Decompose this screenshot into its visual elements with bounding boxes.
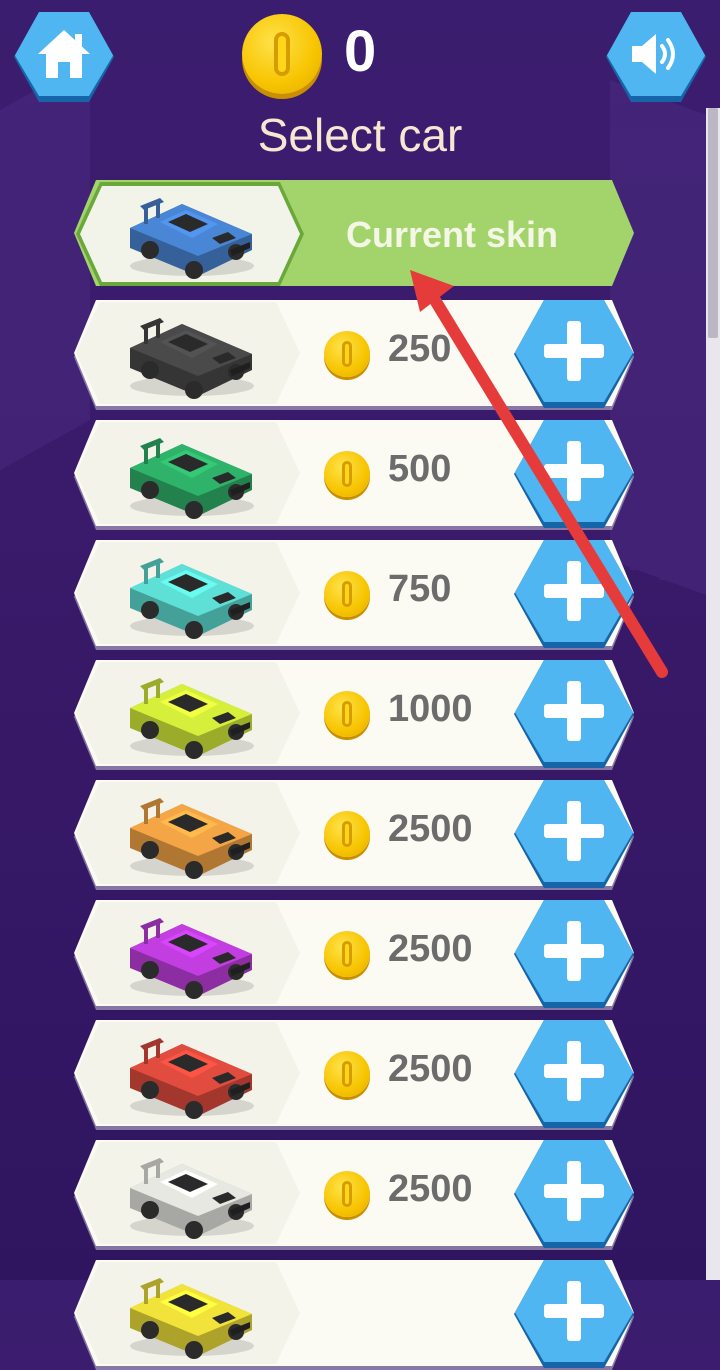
home-button[interactable] — [14, 12, 114, 102]
coin-total-icon — [242, 14, 322, 94]
coin-icon — [324, 1051, 370, 1097]
current-skin-row[interactable]: Current skin — [74, 180, 634, 288]
plus-icon-vertical — [567, 921, 581, 981]
car-skin-row[interactable]: 250 — [74, 300, 634, 410]
car-icon — [130, 318, 254, 399]
home-icon — [38, 30, 90, 78]
coin-icon — [324, 931, 370, 977]
price-label: 2500 — [388, 928, 473, 970]
car-icon — [130, 1278, 254, 1359]
plus-icon-vertical — [567, 801, 581, 861]
car-icon — [130, 798, 254, 879]
coin-icon — [324, 811, 370, 857]
current-skin-label: Current skin — [346, 214, 559, 255]
car-icon — [130, 918, 254, 999]
price-label: 2500 — [388, 808, 473, 850]
car-skin-row[interactable]: 1000 — [74, 660, 634, 770]
car-icon — [130, 1038, 254, 1119]
page-title: Select car — [257, 109, 463, 161]
coin-icon — [324, 331, 370, 377]
car-icon — [130, 558, 254, 639]
car-skin-row[interactable] — [74, 1260, 634, 1370]
car-skin-row[interactable]: 500 — [74, 420, 634, 530]
car-skin-row[interactable]: 2500 — [74, 1020, 634, 1130]
coin-icon — [324, 451, 370, 497]
car-icon — [130, 438, 254, 519]
plus-icon-vertical — [567, 441, 581, 501]
car-skin-row[interactable]: 750 — [74, 540, 634, 650]
plus-icon-vertical — [567, 1161, 581, 1221]
price-label: 1000 — [388, 688, 473, 730]
plus-icon-vertical — [567, 321, 581, 381]
price-label: 2500 — [388, 1168, 473, 1210]
speaker-icon — [632, 34, 675, 74]
price-label: 2500 — [388, 1048, 473, 1090]
car-skin-row[interactable]: 2500 — [74, 780, 634, 890]
plus-icon-vertical — [567, 1041, 581, 1101]
price-label: 750 — [388, 568, 452, 610]
car-skin-row[interactable]: 2500 — [74, 900, 634, 1010]
car-icon — [130, 678, 254, 759]
coin-icon — [324, 691, 370, 737]
sound-button[interactable] — [606, 12, 706, 102]
coin-icon — [324, 571, 370, 617]
plus-icon-vertical — [567, 561, 581, 621]
coin-count: 0 — [344, 19, 377, 84]
price-label: 500 — [388, 448, 452, 490]
scrollbar-thumb[interactable] — [708, 108, 718, 338]
plus-icon-vertical — [567, 1281, 581, 1341]
coin-icon — [324, 1171, 370, 1217]
car-icon — [130, 1158, 254, 1239]
car-icon — [130, 198, 254, 279]
plus-icon-vertical — [567, 681, 581, 741]
price-label: 250 — [388, 328, 452, 370]
car-skin-row[interactable]: 2500 — [74, 1140, 634, 1250]
